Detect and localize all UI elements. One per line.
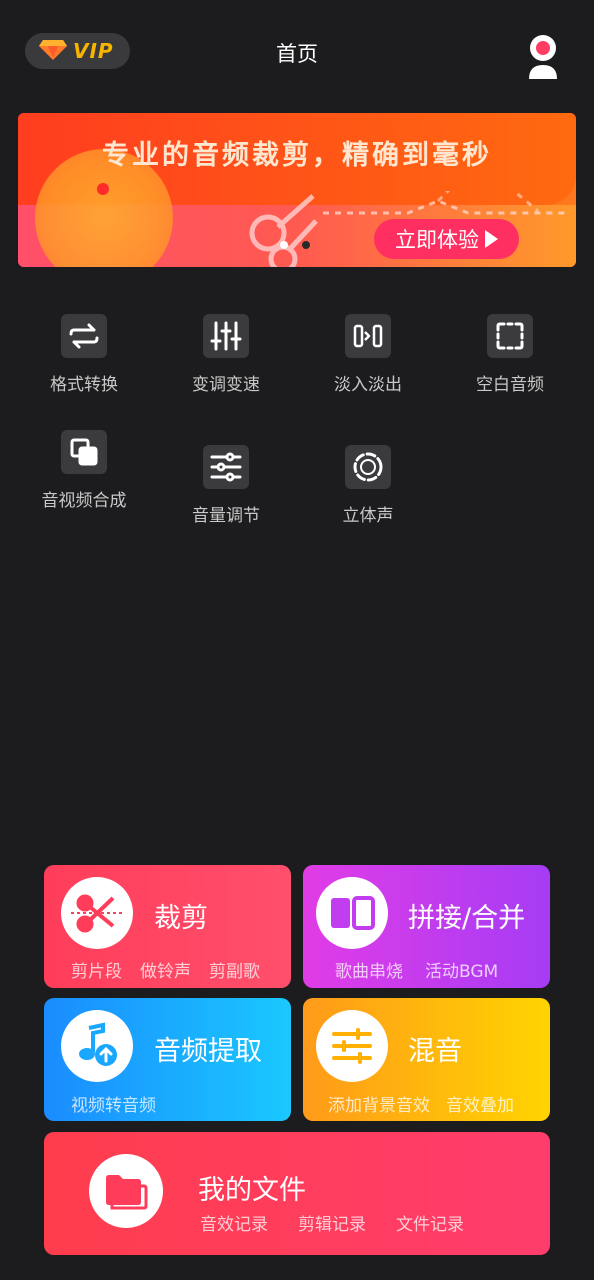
tool-blank-audio[interactable]: 空白音频 (444, 314, 576, 399)
tool-label: 变调变速 (192, 375, 260, 395)
card-subtitle: 视频转音频 (71, 1096, 156, 1116)
tool-fade[interactable]: 淡入淡出 (302, 314, 434, 399)
card-subtitle: 歌曲串烧 (335, 962, 403, 982)
profile-button[interactable] (526, 33, 560, 81)
mixer-icon (316, 1010, 388, 1082)
sliders-horizontal-icon (203, 445, 249, 489)
try-now-button[interactable]: 立即体验 (374, 219, 519, 259)
tool-stereo[interactable]: 立体声 (302, 445, 434, 530)
swap-icon (61, 314, 107, 358)
promo-banner[interactable]: 专业的音频裁剪，精确到毫秒 立即体验 (18, 113, 576, 267)
folder-icon (89, 1154, 163, 1228)
carousel-indicators (280, 241, 310, 249)
tool-label: 音量调节 (192, 506, 260, 526)
tool-volume-adjust[interactable]: 音量调节 (160, 445, 292, 530)
tool-pitch-speed[interactable]: 变调变速 (160, 314, 292, 399)
card-title: 音频提取 (154, 1036, 262, 1067)
card-subtitles: 剪片段 做铃声 剪副歌 (71, 957, 260, 982)
page-title: 首页 (276, 42, 318, 66)
card-subtitle: 音效记录 (200, 1215, 268, 1235)
card-subtitles: 歌曲串烧 活动BGM (335, 957, 498, 982)
card-title: 我的文件 (198, 1175, 306, 1206)
tool-format-convert[interactable]: 格式转换 (18, 314, 150, 399)
play-arrow-icon (485, 230, 498, 248)
card-subtitles: 音效记录 剪辑记录 文件记录 (200, 1210, 464, 1235)
tool-label: 空白音频 (476, 375, 544, 395)
music-upload-icon (61, 1010, 133, 1082)
tool-av-merge[interactable]: 音视频合成 (18, 430, 150, 515)
card-subtitles: 视频转音频 (71, 1091, 156, 1116)
fade-icon (345, 314, 391, 358)
tool-label: 淡入淡出 (334, 375, 402, 395)
tool-label: 立体声 (342, 506, 394, 526)
card-extract[interactable]: 音频提取 视频转音频 (44, 998, 291, 1121)
card-subtitle: 音效叠加 (446, 1096, 514, 1116)
tool-label: 格式转换 (50, 375, 118, 395)
card-mix[interactable]: 混音 添加背景音效 音效叠加 (303, 998, 550, 1121)
banner-headline: 专业的音频裁剪，精确到毫秒 (102, 140, 492, 171)
sliders-vertical-icon (203, 314, 249, 358)
card-subtitles: 添加背景音效 音效叠加 (328, 1091, 514, 1116)
split-panel-icon (316, 877, 388, 949)
card-subtitle: 添加背景音效 (328, 1096, 430, 1116)
card-title: 裁剪 (154, 903, 208, 934)
card-subtitle: 文件记录 (396, 1215, 464, 1235)
user-icon (526, 35, 560, 85)
carousel-dot-active (280, 241, 288, 249)
card-title: 拼接/合并 (408, 903, 526, 934)
merge-squares-icon (61, 430, 107, 474)
card-my-files[interactable]: 我的文件 音效记录 剪辑记录 文件记录 (44, 1132, 550, 1255)
stereo-circle-icon (345, 445, 391, 489)
card-cut[interactable]: 裁剪 剪片段 做铃声 剪副歌 (44, 865, 291, 988)
card-subtitle: 做铃声 (140, 962, 191, 982)
scissors-icon (61, 877, 133, 949)
carousel-dot (302, 241, 310, 249)
try-now-label: 立即体验 (395, 228, 479, 252)
card-title: 混音 (408, 1036, 462, 1067)
tool-label: 音视频合成 (41, 491, 127, 511)
card-subtitle: 活动BGM (425, 962, 499, 982)
card-subtitle: 剪副歌 (209, 962, 260, 982)
card-splice[interactable]: 拼接/合并 歌曲串烧 活动BGM (303, 865, 550, 988)
card-subtitle: 剪辑记录 (298, 1215, 366, 1235)
dashed-square-icon (487, 314, 533, 358)
card-subtitle: 剪片段 (71, 962, 122, 982)
